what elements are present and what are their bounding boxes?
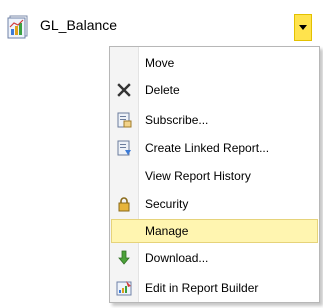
menu-item-manage[interactable]: Manage: [111, 219, 318, 243]
linked-report-icon: [116, 140, 132, 156]
menu-item-subscribe[interactable]: Subscribe...: [111, 108, 318, 132]
menu-item-move[interactable]: Move: [111, 51, 318, 75]
menu-item-security[interactable]: Security: [111, 192, 318, 216]
menu-item-view-report-history[interactable]: View Report History: [111, 164, 318, 188]
menu-item-label: Security: [145, 197, 189, 211]
chevron-down-icon: [299, 25, 307, 30]
menu-item-label: Manage: [145, 224, 189, 238]
report-icon[interactable]: [5, 13, 31, 39]
menu-item-download[interactable]: Download...: [111, 246, 318, 270]
report-builder-icon: [116, 280, 132, 296]
report-item-bar: GL_Balance: [0, 0, 323, 46]
menu-item-label: View Report History: [145, 169, 251, 183]
menu-item-label: Move: [145, 56, 175, 70]
menu-item-label: Subscribe...: [145, 113, 209, 127]
menu-item-delete[interactable]: Delete: [111, 78, 318, 102]
delete-x-icon: [116, 82, 132, 98]
menu-item-edit-in-report-builder[interactable]: Edit in Report Builder: [111, 276, 318, 300]
subscribe-icon: [116, 112, 132, 128]
menu-item-label: Download...: [145, 251, 209, 265]
dropdown-button[interactable]: [294, 14, 312, 41]
menu-item-label: Create Linked Report...: [145, 141, 270, 155]
report-title[interactable]: GL_Balance: [40, 17, 117, 33]
download-arrow-icon: [116, 250, 132, 266]
menu-item-label: Edit in Report Builder: [145, 281, 259, 295]
lock-icon: [116, 196, 132, 212]
context-menu: Move Delete Subscribe... Create Linked R…: [109, 46, 320, 303]
menu-item-label: Delete: [145, 83, 180, 97]
menu-item-create-linked-report[interactable]: Create Linked Report...: [111, 136, 318, 160]
